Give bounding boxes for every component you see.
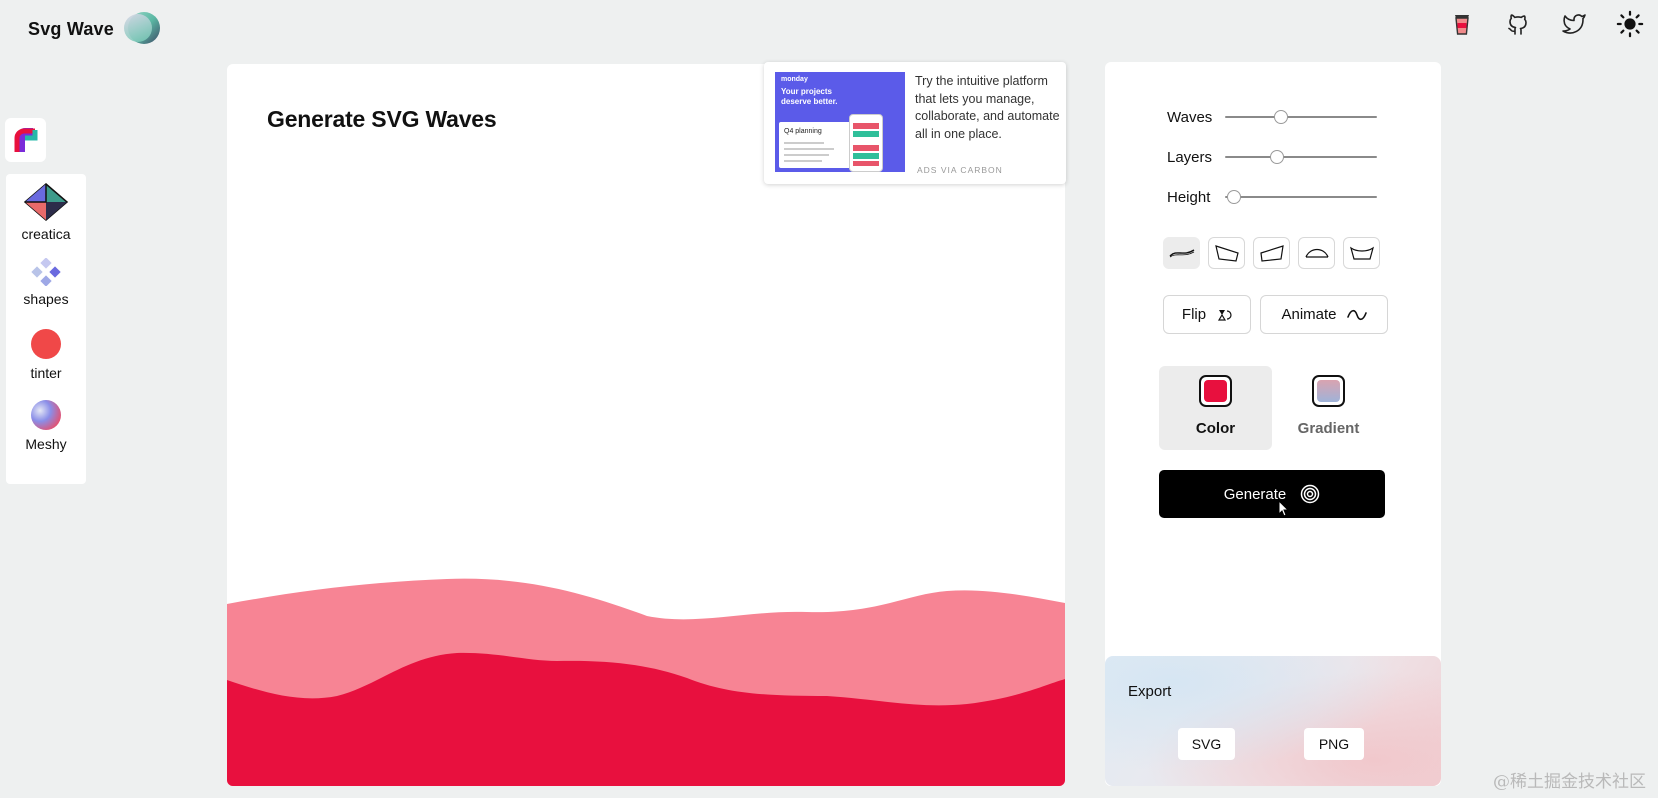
color-mode-label: Color xyxy=(1195,420,1236,437)
wave-shape-slope-down-button[interactable] xyxy=(1208,237,1245,269)
wave-shape-valley-icon xyxy=(1349,246,1374,260)
ad-brand: monday xyxy=(781,76,808,83)
page-title: Generate SVG Waves xyxy=(267,106,497,132)
app-link-meshy[interactable]: Meshy xyxy=(6,399,86,452)
layers-slider-row: Layers xyxy=(1167,146,1387,168)
wave-shape-valley-button[interactable] xyxy=(1343,237,1380,269)
wave-shape-slope-up-button[interactable] xyxy=(1253,237,1290,269)
fffuel-logo-icon[interactable] xyxy=(5,118,46,162)
sun-icon[interactable] xyxy=(1616,10,1644,38)
generate-label: Generate xyxy=(1223,485,1287,503)
waves-label: Waves xyxy=(1167,108,1213,126)
wave-shape-peak-button[interactable] xyxy=(1298,237,1335,269)
slider-thumb[interactable] xyxy=(1227,190,1242,204)
mouse-cursor-icon xyxy=(1278,500,1290,517)
app-label: creatica xyxy=(21,226,71,242)
height-slider[interactable] xyxy=(1225,186,1377,208)
app-brand[interactable]: Svg Wave xyxy=(28,12,162,46)
app-label: Meshy xyxy=(25,436,67,452)
sine-wave-icon xyxy=(1346,309,1367,320)
color-swatch xyxy=(1199,375,1232,407)
height-slider-row: Height xyxy=(1167,186,1387,208)
animate-button[interactable]: Animate xyxy=(1260,295,1388,334)
app-label: tinter xyxy=(30,365,62,381)
app-link-tinter[interactable]: tinter xyxy=(6,328,86,381)
layers-slider[interactable] xyxy=(1225,146,1377,168)
app-label: shapes xyxy=(23,291,69,307)
wave-shape-smooth-icon xyxy=(1169,249,1194,258)
export-title: Export xyxy=(1128,683,1172,700)
ad-card: Q4 planning xyxy=(779,122,851,168)
app-link-creatica[interactable]: creatica xyxy=(6,183,86,242)
flip-label: Flip xyxy=(1181,306,1207,323)
wave-shape-slope-down-icon xyxy=(1214,245,1239,262)
app-logo-icon xyxy=(123,12,162,46)
app-title: Svg Wave xyxy=(28,18,114,39)
meshy-gradient-icon xyxy=(30,400,62,434)
generate-button[interactable]: Generate xyxy=(1159,470,1385,518)
shapes-diamond-icon xyxy=(29,257,63,289)
gradient-mode-label: Gradient xyxy=(1297,420,1360,437)
ad-via-label[interactable]: ADS VIA CARBON xyxy=(917,165,1003,175)
app-link-shapes[interactable]: shapes xyxy=(6,257,86,307)
export-panel: Export SVG PNG xyxy=(1105,656,1441,786)
watermark: @稀土掘金技术社区 xyxy=(1493,772,1646,792)
flip-button[interactable]: Flip xyxy=(1163,295,1251,334)
slider-thumb[interactable] xyxy=(1269,150,1284,164)
ad-phone xyxy=(849,114,883,172)
export-svg-button[interactable]: SVG xyxy=(1178,728,1235,760)
github-icon[interactable] xyxy=(1504,10,1532,38)
ad-card-title: Q4 planning xyxy=(784,128,822,135)
target-icon xyxy=(1301,484,1320,504)
animate-label: Animate xyxy=(1281,306,1337,323)
tinter-circle-icon xyxy=(30,329,62,363)
waves-slider-row: Waves xyxy=(1167,106,1387,128)
ad-text: Try the intuitive platform that lets you… xyxy=(915,74,1060,141)
wave-shape-selector xyxy=(1163,237,1380,269)
gradient-mode-button[interactable]: Gradient xyxy=(1272,366,1385,450)
waves-slider[interactable] xyxy=(1225,106,1377,128)
wave-shape-slope-up-icon xyxy=(1259,245,1284,262)
slider-thumb[interactable] xyxy=(1274,110,1289,124)
related-apps-panel: creatica shapes tinter Meshy xyxy=(6,174,86,484)
carbon-ad[interactable]: monday Your projects deserve better. Q4 … xyxy=(764,62,1066,184)
flip-icon xyxy=(1218,309,1232,321)
twitter-icon[interactable] xyxy=(1560,10,1588,38)
layers-label: Layers xyxy=(1167,148,1213,166)
creatica-cube-icon xyxy=(23,183,69,224)
height-label: Height xyxy=(1167,188,1211,206)
wave-preview-svg xyxy=(227,578,1065,786)
ad-headline: Your projects deserve better. xyxy=(781,87,838,106)
color-mode-button[interactable]: Color xyxy=(1159,366,1272,450)
header-actions xyxy=(1448,10,1644,38)
export-png-button[interactable]: PNG xyxy=(1304,728,1364,760)
wave-shape-peak-icon xyxy=(1304,248,1329,258)
gradient-swatch xyxy=(1312,375,1345,407)
coffee-cup-icon[interactable] xyxy=(1448,10,1476,38)
ad-image: monday Your projects deserve better. Q4 … xyxy=(775,72,905,172)
wave-shape-smooth-button[interactable] xyxy=(1163,237,1200,269)
